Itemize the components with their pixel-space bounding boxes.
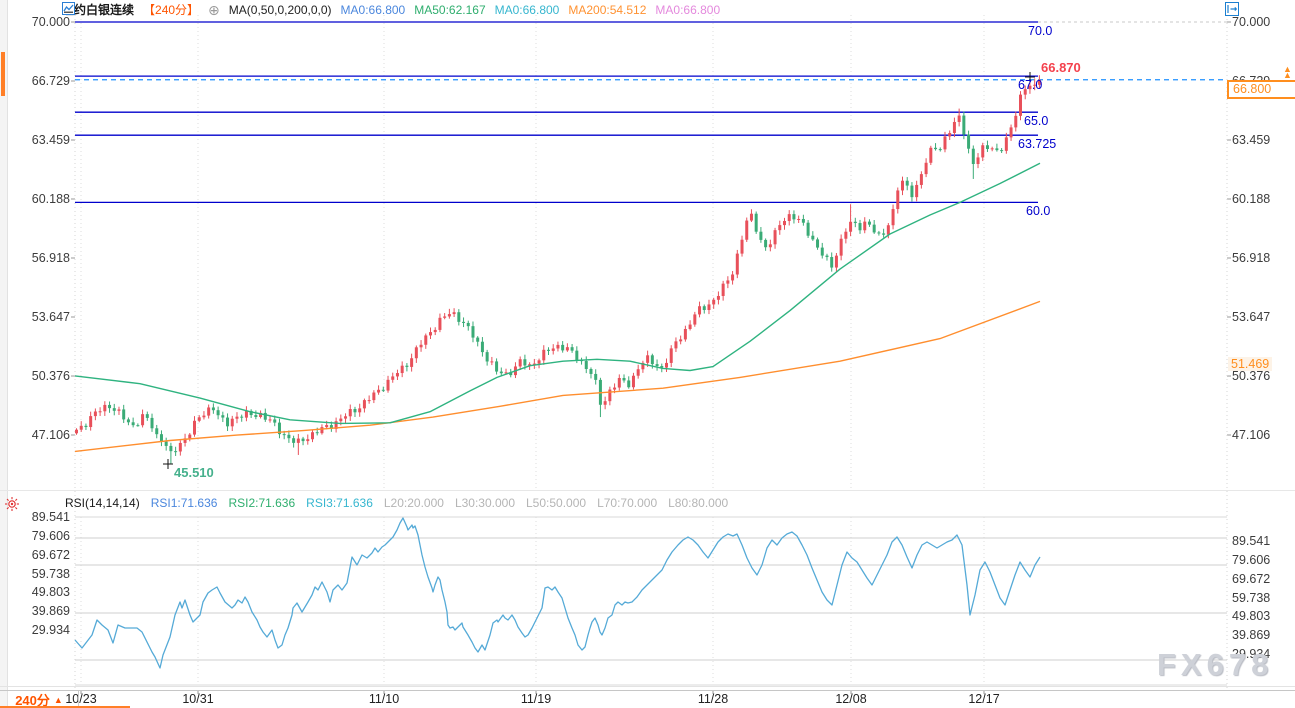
ma-value-1: MA50:62.167 — [414, 3, 485, 17]
rsi-title: RSI(14,14,14) — [65, 496, 140, 510]
go-to-latest-icon[interactable] — [1225, 2, 1239, 16]
rsi-level-3: L70:70.000 — [597, 496, 657, 510]
rsi-values: RSI1:71.636 RSI2:71.636 RSI3:71.636 — [151, 496, 373, 510]
timeframe-label[interactable]: 【240分】 — [143, 1, 199, 18]
indicator-settings-icon[interactable] — [4, 496, 20, 512]
session-low-label: 45.510 — [174, 465, 214, 480]
chart-header: 纽约白银连续 【240分】 ⊕ MA(0,50,0,200,0,0) MA0:6… — [62, 2, 720, 17]
rsi-level-2: L50:50.000 — [526, 496, 586, 510]
rsi-value-1: RSI2:71.636 — [228, 496, 295, 510]
ma-settings-label: MA(0,50,0,200,0,0) — [229, 3, 332, 17]
rsi-bottom-border — [0, 686, 1295, 687]
ma200-axis-label: 51.469 — [1228, 357, 1272, 371]
last-price-badge: 66.800 — [1227, 80, 1295, 99]
rsi-value-0: RSI1:71.636 — [151, 496, 218, 510]
rsi-level-4: L80:80.000 — [668, 496, 728, 510]
ma-value-3: MA200:54.512 — [568, 3, 646, 17]
pane-divider[interactable] — [0, 490, 1295, 491]
rsi-value-2: RSI3:71.636 — [306, 496, 373, 510]
chart-canvas[interactable] — [0, 0, 1295, 708]
rsi-levels: L20:20.000 L30:30.000 L50:50.000 L70:70.000… — [384, 496, 728, 510]
charting-app: 纽约白银连续 【240分】 ⊕ MA(0,50,0,200,0,0) MA0:6… — [0, 0, 1295, 708]
rsi-level-0: L20:20.000 — [384, 496, 444, 510]
circle-plus-icon[interactable]: ⊕ — [208, 4, 220, 16]
timeframe-arrow-icon: ▲ — [54, 695, 63, 705]
ma-values: MA0:66.800 MA50:62.167 MA0:66.800 MA200:54.… — [341, 3, 721, 17]
price-up-arrows-icon: ▲▲ — [1283, 66, 1292, 78]
rsi-level-1: L30:30.000 — [455, 496, 515, 510]
ma-value-4: MA0:66.800 — [655, 3, 720, 17]
ma-value-2: MA0:66.800 — [495, 3, 560, 17]
session-high-label: 66.870 — [1041, 60, 1081, 75]
ma-value-0: MA0:66.800 — [341, 3, 406, 17]
date-row-border — [0, 690, 1295, 691]
rsi-header: RSI(14,14,14) RSI1:71.636 RSI2:71.636 RSI3… — [65, 496, 728, 510]
watermark: FX678 — [1157, 647, 1273, 683]
chart-style-icon[interactable] — [62, 2, 75, 15]
